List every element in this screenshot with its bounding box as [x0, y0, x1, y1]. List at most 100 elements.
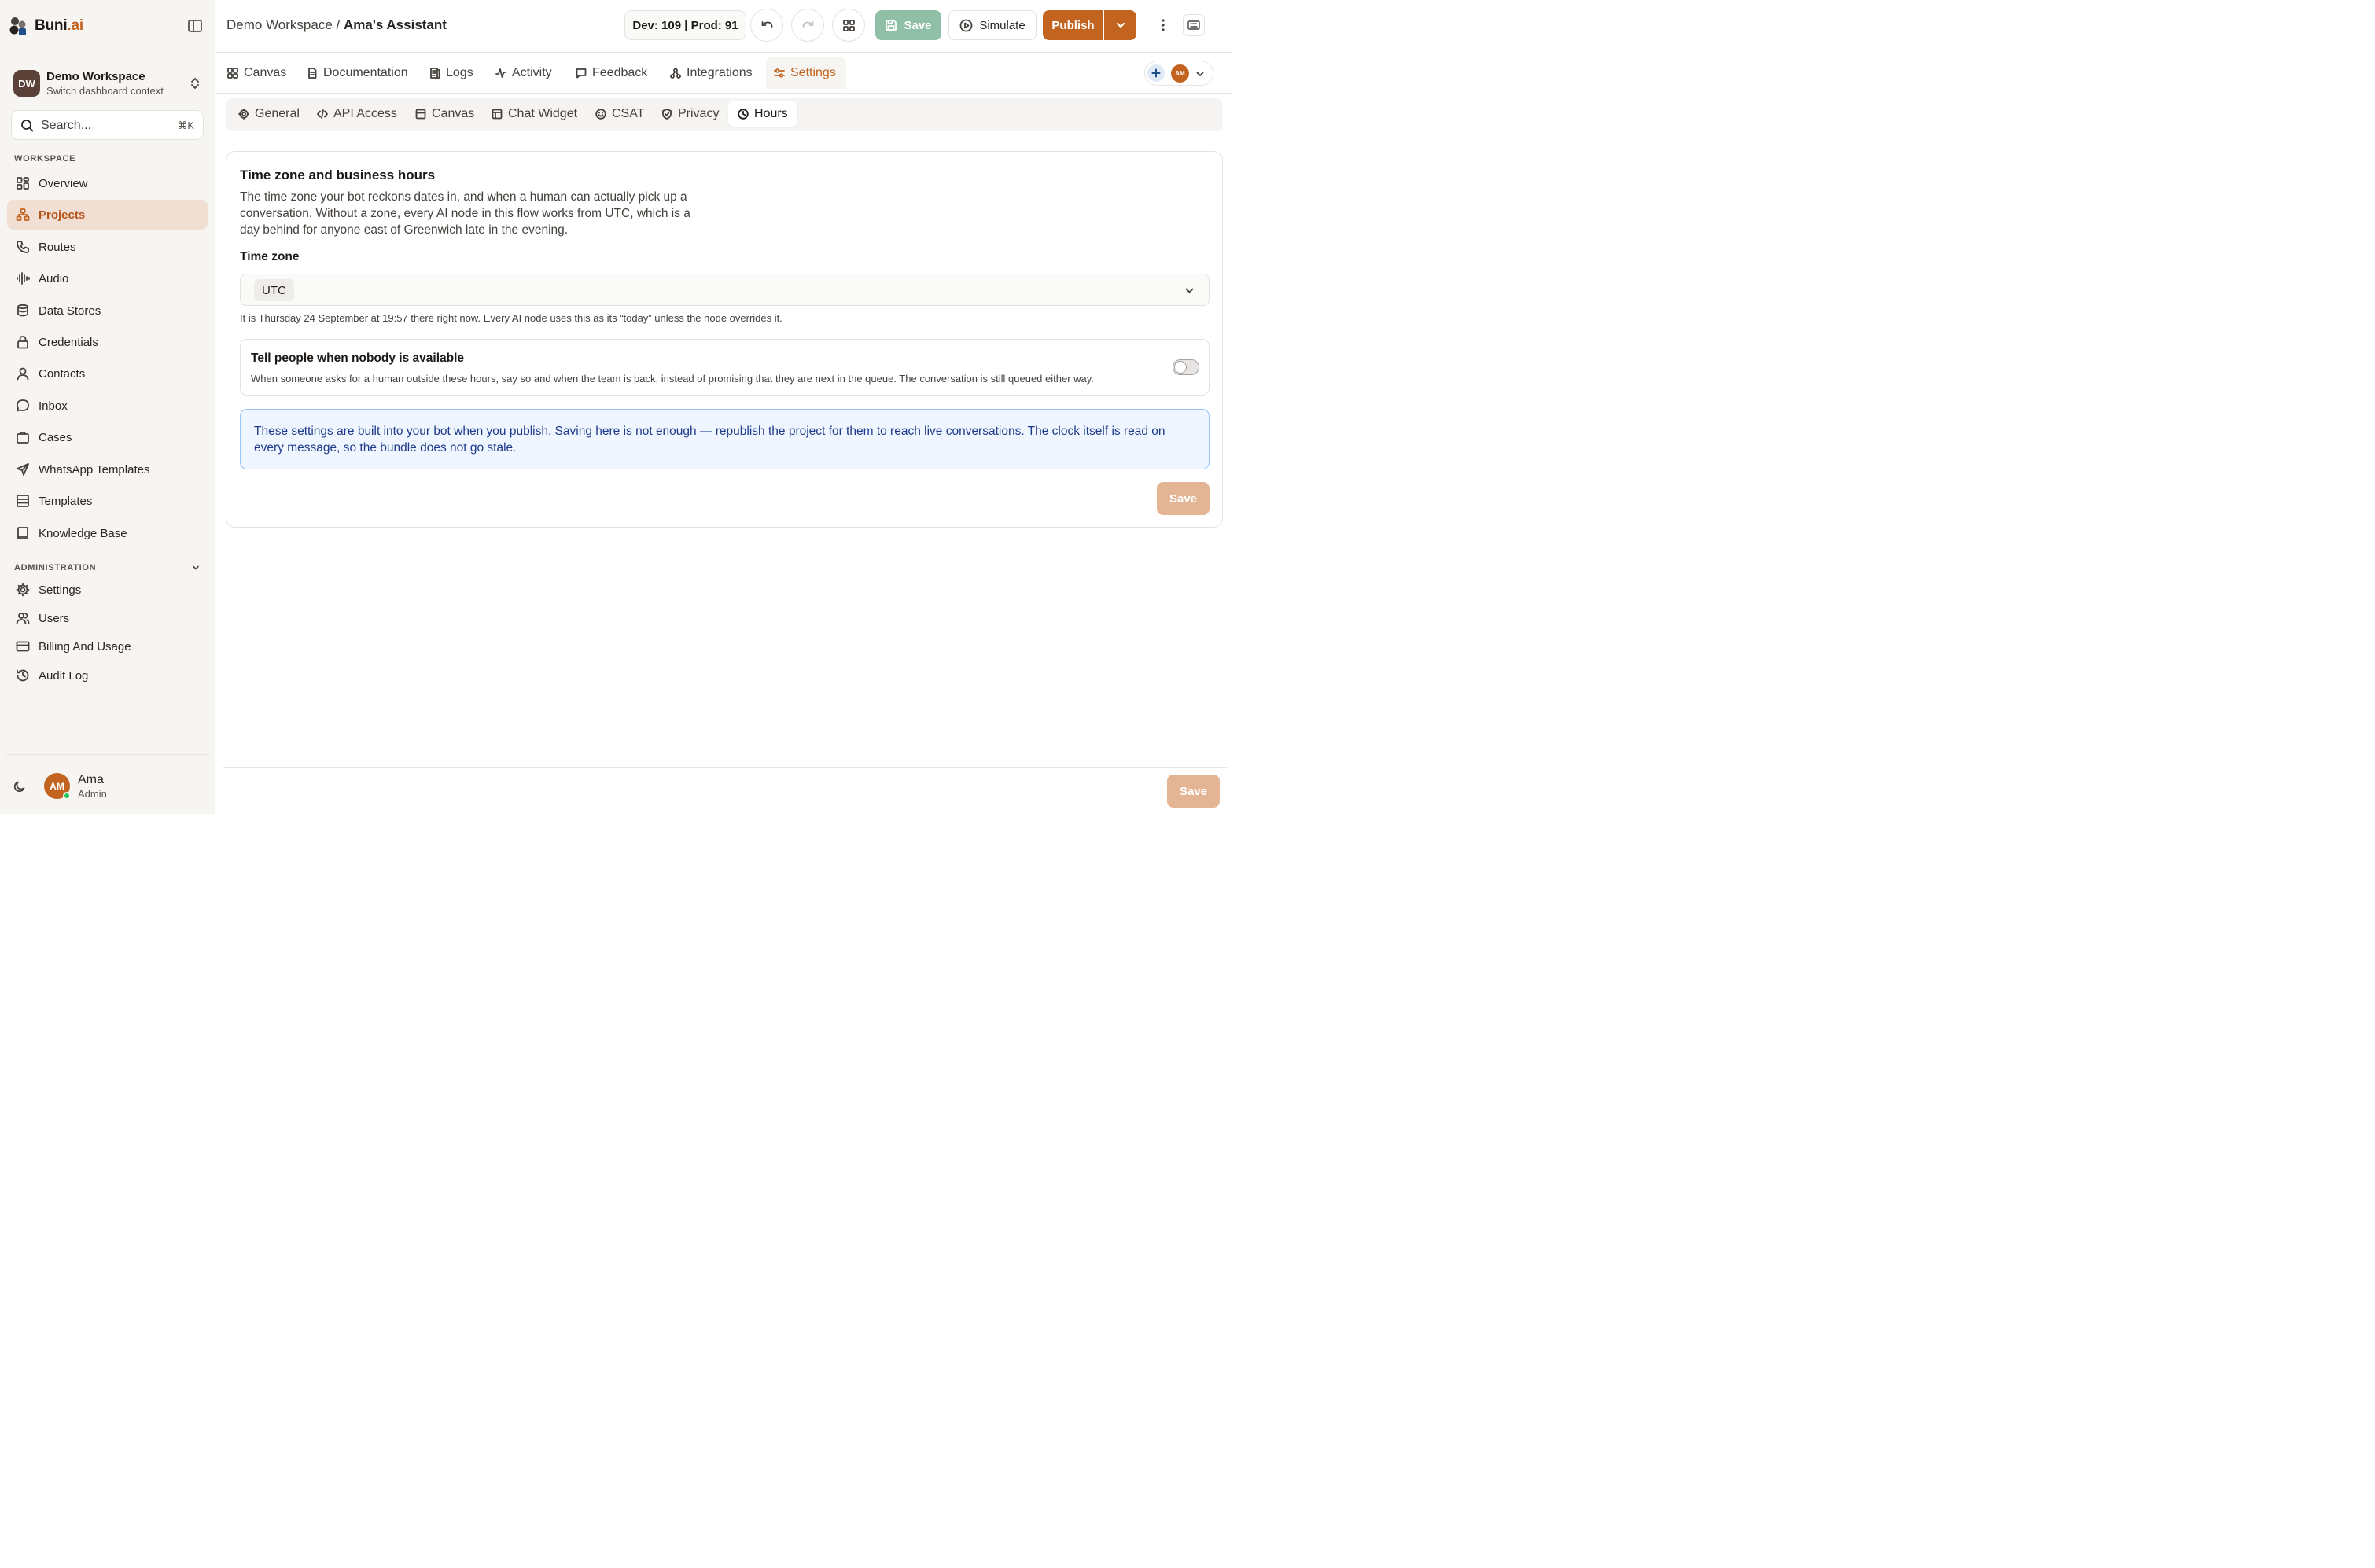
buni-logo-icon: [8, 15, 28, 37]
save-button[interactable]: Save: [1167, 775, 1220, 808]
keyboard-shortcuts-button[interactable]: [1183, 14, 1205, 36]
unavailable-notice-setting: Tell people when nobody is available Whe…: [240, 339, 1210, 396]
simulate-button[interactable]: Simulate: [948, 10, 1037, 40]
code-icon: [317, 109, 333, 120]
sidebar-item-projects[interactable]: Projects: [7, 200, 208, 230]
sidebar-item-label: Overview: [39, 176, 88, 190]
publish-options-button[interactable]: [1104, 10, 1136, 40]
sidebar-item-audio[interactable]: Audio: [7, 263, 208, 293]
send-icon: [16, 462, 30, 477]
timezone-label: Time zone: [240, 250, 300, 263]
sidebar-collapse-icon[interactable]: [187, 19, 203, 33]
feedback-icon: [576, 68, 592, 79]
collaborators-menu[interactable]: AM: [1144, 61, 1213, 86]
gear-icon: [238, 109, 255, 120]
publish-button[interactable]: Publish: [1043, 10, 1103, 40]
chevrons-up-down-icon: [190, 77, 201, 90]
save-button[interactable]: Save: [875, 10, 941, 40]
avatar: AM: [1171, 64, 1189, 83]
layout-icon: [16, 494, 30, 508]
toggle-description: When someone asks for a human outside th…: [251, 373, 1094, 385]
chevron-down-icon[interactable]: [192, 564, 200, 572]
lock-icon: [16, 335, 30, 349]
tab-privacy[interactable]: Privacy: [652, 101, 728, 127]
tab-documentation[interactable]: Documentation: [299, 57, 416, 89]
simulate-label: Simulate: [979, 18, 1025, 32]
online-status-dot: [63, 792, 71, 800]
breadcrumb: Demo Workspace / Ama's Assistant: [226, 17, 447, 33]
save-label: Save: [904, 18, 932, 32]
tab-canvas-settings[interactable]: Canvas: [406, 101, 484, 127]
sidebar-item-label: Cases: [39, 430, 72, 444]
gear-icon: [16, 583, 30, 597]
add-collaborator-icon[interactable]: [1147, 64, 1165, 82]
tab-label: Chat Widget: [508, 107, 578, 120]
tab-label: Documentation: [323, 66, 408, 79]
sidebar-item-templates[interactable]: Templates: [7, 486, 208, 516]
breadcrumb-workspace[interactable]: Demo Workspace: [226, 17, 333, 32]
sidebar-item-billing[interactable]: Billing And Usage: [7, 631, 208, 661]
unavailable-notice-toggle[interactable]: [1173, 359, 1199, 375]
activity-icon: [495, 68, 512, 79]
chevron-down-icon: [1195, 69, 1205, 79]
sidebar-item-label: Users: [39, 611, 70, 625]
sidebar-item-settings[interactable]: Settings: [7, 575, 208, 605]
sidebar-item-routes[interactable]: Routes: [7, 232, 208, 262]
workspace-badge: DW: [13, 70, 40, 97]
moon-icon[interactable]: [13, 780, 26, 793]
version-indicator[interactable]: Dev: 109 | Prod: 91: [624, 10, 746, 40]
search-input[interactable]: Search... ⌘K: [11, 110, 204, 140]
tab-label: Settings: [790, 66, 836, 79]
sidebar-item-whatsapp-templates[interactable]: WhatsApp Templates: [7, 455, 208, 484]
shield-icon: [661, 109, 678, 120]
tab-general[interactable]: General: [229, 101, 309, 127]
tab-activity[interactable]: Activity: [488, 57, 560, 89]
tab-csat[interactable]: CSAT: [586, 101, 654, 127]
tab-chat-widget[interactable]: Chat Widget: [482, 101, 587, 127]
sidebar-item-label: Billing And Usage: [39, 639, 131, 653]
more-options-icon[interactable]: [1158, 17, 1169, 33]
sidebar-item-inbox[interactable]: Inbox: [7, 391, 208, 421]
chevron-down-icon: [1184, 285, 1195, 296]
projects-icon: [16, 208, 30, 222]
sidebar-item-label: Inbox: [39, 399, 68, 413]
tab-label: Logs: [446, 66, 473, 79]
tab-settings[interactable]: Settings: [766, 57, 846, 89]
chevron-down-icon: [1115, 20, 1126, 31]
save-button[interactable]: Save: [1157, 482, 1210, 515]
tab-logs[interactable]: Logs: [422, 57, 481, 89]
sidebar-item-overview[interactable]: Overview: [7, 168, 208, 198]
tab-feedback[interactable]: Feedback: [568, 57, 655, 89]
workspace-switcher[interactable]: DW Demo Workspace Switch dashboard conte…: [13, 68, 202, 98]
card-description: The time zone your bot reckons dates in,…: [240, 190, 690, 237]
layout-grid-button[interactable]: [832, 9, 865, 42]
toggle-title: Tell people when nobody is available: [251, 352, 465, 365]
publish-notice: These settings are built into your bot w…: [240, 409, 1210, 469]
play-circle-icon: [959, 19, 973, 32]
sidebar-item-users[interactable]: Users: [7, 603, 208, 633]
sidebar-item-label: Routes: [39, 240, 76, 254]
redo-icon: [801, 19, 815, 32]
canvas-icon: [415, 109, 432, 120]
undo-button[interactable]: [750, 9, 783, 42]
sidebar-item-cases[interactable]: Cases: [7, 422, 208, 452]
tab-hours[interactable]: Hours: [728, 101, 797, 127]
tab-label: CSAT: [612, 107, 645, 120]
sidebar-item-contacts[interactable]: Contacts: [7, 359, 208, 388]
tab-canvas[interactable]: Canvas: [219, 57, 294, 89]
sidebar-item-data-stores[interactable]: Data Stores: [7, 296, 208, 326]
sidebar-item-knowledge-base[interactable]: Knowledge Base: [7, 518, 208, 548]
sidebar-item-label: Credentials: [39, 335, 98, 349]
save-icon: [885, 19, 897, 31]
timezone-select[interactable]: UTC: [240, 274, 1210, 306]
tab-api-access[interactable]: API Access: [307, 101, 407, 127]
brand[interactable]: Buni.ai: [8, 14, 83, 38]
sidebar-item-audit-log[interactable]: Audit Log: [7, 661, 208, 690]
redo-button[interactable]: [791, 9, 824, 42]
user-role: Admin: [78, 788, 107, 800]
sidebar-item-label: Data Stores: [39, 304, 101, 318]
sidebar-item-label: Audit Log: [39, 668, 89, 683]
tab-integrations[interactable]: Integrations: [662, 57, 760, 89]
credit-card-icon: [16, 639, 30, 653]
sidebar-item-credentials[interactable]: Credentials: [7, 327, 208, 357]
